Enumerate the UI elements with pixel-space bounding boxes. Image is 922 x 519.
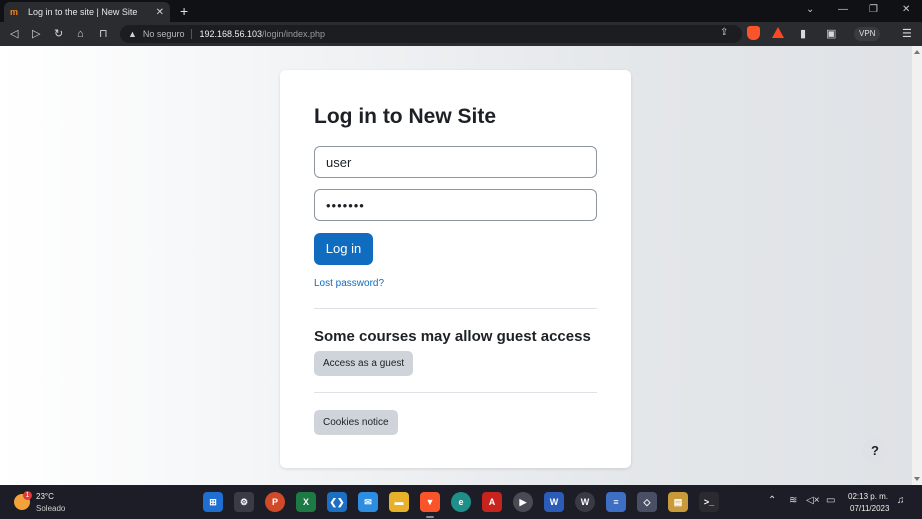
sidebar-icon[interactable]: ▮ <box>800 27 806 41</box>
tab-strip: m Log in to the site | New Site ✕ + ⌄ — … <box>0 0 922 22</box>
wifi-icon[interactable]: ≋ <box>789 495 797 506</box>
tab-search-icon[interactable]: ⌄ <box>806 4 814 15</box>
minimize-icon[interactable]: — <box>838 4 848 15</box>
active-app-indicator <box>426 516 434 518</box>
acrobat-icon[interactable]: A <box>482 492 502 512</box>
forward-icon[interactable]: ▷ <box>32 27 40 41</box>
username-field[interactable] <box>314 146 597 178</box>
weather-temperature[interactable]: 23°C <box>36 492 54 501</box>
close-window-icon[interactable]: ✕ <box>902 4 910 15</box>
menu-icon[interactable]: ☰ <box>902 27 912 41</box>
wordpress-icon[interactable]: W <box>575 492 595 512</box>
battery-icon[interactable]: ▭ <box>826 495 835 506</box>
mail-icon[interactable]: ✉ <box>358 492 378 512</box>
url-host: 192.168.56.103 <box>199 29 263 39</box>
volume-muted-icon[interactable]: ◁× <box>806 495 820 506</box>
login-button[interactable]: Log in <box>314 233 373 265</box>
divider <box>314 308 597 309</box>
security-label[interactable]: No seguro <box>143 29 193 39</box>
windows-taskbar: 1 23°C Soleado ⊞ ⚙ P X ❮❯ ✉ ▬ ▼ e A ▶ W … <box>0 485 922 519</box>
brave-browser-icon[interactable]: ▼ <box>420 492 440 512</box>
clock-date[interactable]: 07/11/2023 <box>850 504 889 513</box>
word-icon[interactable]: W <box>544 492 564 512</box>
settings-icon[interactable]: ⚙ <box>234 492 254 512</box>
password-field[interactable] <box>314 189 597 221</box>
lost-password-link[interactable]: Lost password? <box>314 278 384 289</box>
guest-access-button[interactable]: Access as a guest <box>314 351 414 376</box>
tab-title: Log in to the site | New Site <box>28 7 138 17</box>
bookmark-icon[interactable]: ⊓ <box>99 27 108 41</box>
wallet-icon[interactable]: ▣ <box>826 27 836 41</box>
tab-login[interactable]: m Log in to the site | New Site ✕ <box>4 2 170 22</box>
home-icon[interactable]: ⌂ <box>77 27 84 41</box>
archive-icon[interactable]: ▤ <box>668 492 688 512</box>
notepad-icon[interactable]: ≡ <box>606 492 626 512</box>
divider <box>314 392 597 393</box>
vpn-button[interactable]: VPN <box>854 27 881 41</box>
url-path: /login/index.php <box>262 29 326 39</box>
reload-icon[interactable]: ↻ <box>54 27 63 41</box>
brave-shields-icon[interactable] <box>747 26 760 40</box>
restore-icon[interactable]: ❐ <box>869 4 878 15</box>
address-bar[interactable]: ▲ No seguro 192.168.56.103 /login/index.… <box>120 25 742 43</box>
weather-badge: 1 <box>23 491 32 500</box>
moodle-favicon-icon: m <box>10 7 19 17</box>
clock-time[interactable]: 02:13 p. m. <box>848 492 888 501</box>
scroll-down-icon[interactable] <box>914 477 920 481</box>
terminal-icon[interactable]: >_ <box>699 492 719 512</box>
powerpoint-icon[interactable]: P <box>265 492 285 512</box>
help-button[interactable]: ? <box>862 438 888 464</box>
weather-condition[interactable]: Soleado <box>36 504 65 513</box>
start-icon[interactable]: ⊞ <box>203 492 223 512</box>
guest-access-heading: Some courses may allow guest access <box>314 328 591 345</box>
brave-rewards-icon[interactable] <box>772 27 784 38</box>
new-tab-button[interactable]: + <box>180 3 188 19</box>
excel-icon[interactable]: X <box>296 492 316 512</box>
vscode-icon[interactable]: ❮❯ <box>327 492 347 512</box>
notification-bell-icon[interactable]: ♫ <box>897 495 905 506</box>
edge-icon[interactable]: e <box>451 492 471 512</box>
close-tab-icon[interactable]: ✕ <box>156 7 164 18</box>
media-player-icon[interactable]: ▶ <box>513 492 533 512</box>
file-explorer-icon[interactable]: ▬ <box>389 492 409 512</box>
page-title: Log in to New Site <box>314 105 496 128</box>
login-card: Log in to New Site Log in Lost password?… <box>280 70 631 468</box>
share-icon[interactable]: ⇪ <box>720 27 728 38</box>
virtualbox-icon[interactable]: ◇ <box>637 492 657 512</box>
page-scrollbar[interactable] <box>912 46 922 485</box>
back-icon[interactable]: ◁ <box>10 27 18 41</box>
show-hidden-icons-icon[interactable]: ⌃ <box>768 495 776 506</box>
page-viewport: Log in to New Site Log in Lost password?… <box>0 46 912 485</box>
cookies-notice-button[interactable]: Cookies notice <box>314 410 398 435</box>
warning-icon[interactable]: ▲ <box>128 29 137 39</box>
scroll-up-icon[interactable] <box>914 50 920 54</box>
vpn-label: VPN <box>859 29 876 38</box>
